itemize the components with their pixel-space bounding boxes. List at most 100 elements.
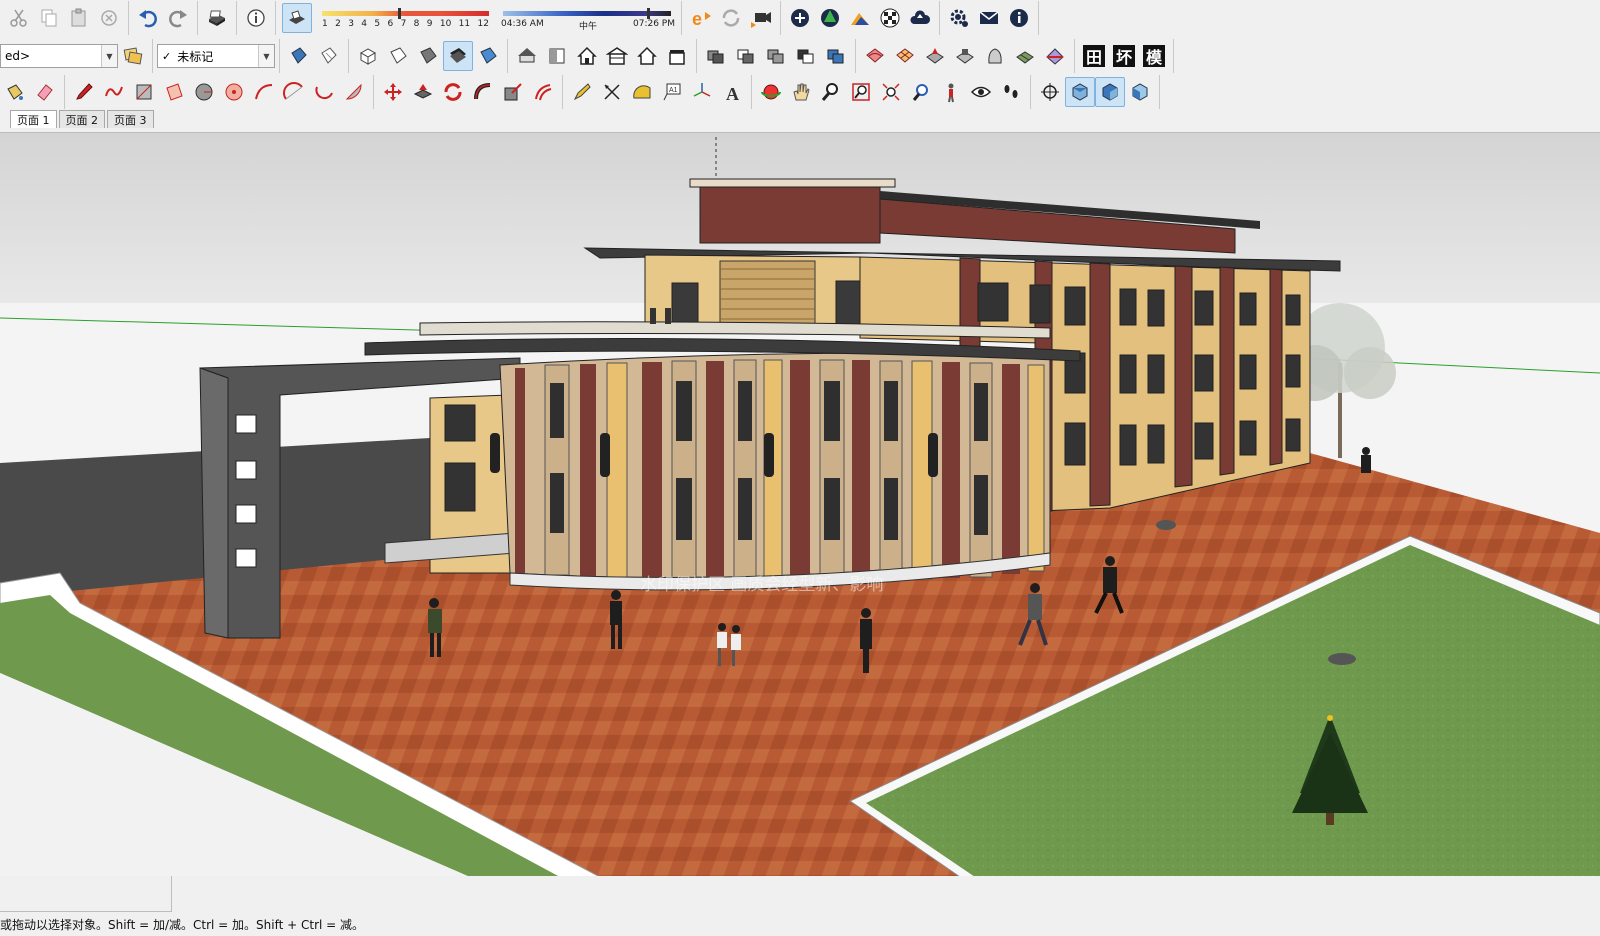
textured-style-button[interactable] (443, 41, 473, 71)
checker-plugin-button[interactable] (875, 3, 905, 33)
tree-plugin-button[interactable] (815, 3, 845, 33)
display-section-planes-button[interactable] (1065, 77, 1095, 107)
toggle-shadows-button[interactable] (282, 3, 312, 33)
date-slider[interactable]: 1 2 3 4 5 6 7 8 9 10 11 12 (318, 3, 493, 33)
rotate-tool-button[interactable] (438, 77, 468, 107)
tab-scene-1[interactable]: 页面 1 (10, 110, 57, 128)
back-view-button[interactable] (632, 41, 662, 71)
previous-view-button[interactable] (906, 77, 936, 107)
look-around-button[interactable] (966, 77, 996, 107)
outer-shell-button[interactable] (701, 41, 731, 71)
dimension-tool-button[interactable] (597, 77, 627, 107)
move-tool-button[interactable] (378, 77, 408, 107)
display-section-cuts-button[interactable] (1095, 77, 1125, 107)
shaded-style-button[interactable] (413, 41, 443, 71)
paste-button[interactable] (64, 3, 94, 33)
paint-bucket-button[interactable] (0, 77, 30, 107)
union-button[interactable] (761, 41, 791, 71)
undo-button[interactable] (133, 3, 163, 33)
iso-view-button[interactable] (512, 41, 542, 71)
sync-button[interactable] (716, 3, 746, 33)
tape-measure-button[interactable] (567, 77, 597, 107)
sandbox-contours-button[interactable] (860, 41, 890, 71)
monochrome-style-button[interactable] (473, 41, 503, 71)
style-button-3[interactable]: 模 (1139, 41, 1169, 71)
refresh-icon (722, 9, 740, 27)
gear-icon (950, 9, 968, 27)
pie-tool-button[interactable] (339, 77, 369, 107)
flip-edge-button[interactable] (1040, 41, 1070, 71)
trim-button[interactable] (821, 41, 851, 71)
rotated-rect-tool-button[interactable] (159, 77, 189, 107)
section-cut-button[interactable] (314, 41, 344, 71)
scale-tool-button[interactable] (498, 77, 528, 107)
pan-tool-button[interactable] (786, 77, 816, 107)
follow-me-button[interactable] (468, 77, 498, 107)
zoom-window-button[interactable] (846, 77, 876, 107)
front-view-button[interactable] (572, 41, 602, 71)
help-info-button[interactable] (1004, 3, 1034, 33)
section-plane-button[interactable] (1035, 77, 1065, 107)
3d-text-button[interactable]: A (717, 77, 747, 107)
left-view-button[interactable] (662, 41, 692, 71)
smoove-button[interactable] (920, 41, 950, 71)
section-fill-button[interactable] (1125, 77, 1155, 107)
text-tool-button[interactable]: A1 (657, 77, 687, 107)
copy-button[interactable] (34, 3, 64, 33)
push-pull-button[interactable] (408, 77, 438, 107)
axes-tool-button[interactable] (687, 77, 717, 107)
stamp-button[interactable] (950, 41, 980, 71)
two-point-arc-button[interactable] (279, 77, 309, 107)
three-point-arc-button[interactable] (309, 77, 339, 107)
terrain-plugin-button[interactable] (845, 3, 875, 33)
video-export-button[interactable] (746, 3, 776, 33)
print-button[interactable] (202, 3, 232, 33)
layer-combo[interactable]: ed> ▼ (0, 44, 118, 68)
subtract-button[interactable] (791, 41, 821, 71)
arc-tool-button[interactable] (249, 77, 279, 107)
extension-warehouse-button[interactable]: e (686, 3, 716, 33)
xray-style-button[interactable] (353, 41, 383, 71)
layer-manager-button[interactable] (118, 41, 148, 71)
right-view-button[interactable] (602, 41, 632, 71)
delete-button[interactable] (94, 3, 124, 33)
pie-icon (345, 83, 362, 100)
sandbox-grid-icon (896, 48, 914, 63)
hidden-geometry-button[interactable] (284, 41, 314, 71)
redo-button[interactable] (163, 3, 193, 33)
style-button-1[interactable]: 田 (1079, 41, 1109, 71)
eraser-button[interactable] (30, 77, 60, 107)
tab-scene-2[interactable]: 页面 2 (58, 110, 105, 128)
zoom-extents-button[interactable] (876, 77, 906, 107)
cut-button[interactable] (4, 3, 34, 33)
blue-face-icon (291, 47, 307, 64)
model-info-button[interactable] (241, 3, 271, 33)
intersect-button[interactable] (731, 41, 761, 71)
add-detail-button[interactable] (1010, 41, 1040, 71)
tab-scene-3[interactable]: 页面 3 (107, 110, 154, 128)
offset-tool-button[interactable] (528, 77, 558, 107)
preferences-button[interactable] (944, 3, 974, 33)
orbit-tool-button[interactable] (756, 77, 786, 107)
walk-tool-button[interactable] (996, 77, 1026, 107)
time-slider[interactable]: 04:36 AM 中午 07:26 PM (499, 3, 675, 33)
protractor-button[interactable] (627, 77, 657, 107)
cloud-upload-button[interactable] (905, 3, 935, 33)
drape-button[interactable] (980, 41, 1010, 71)
zoom-tool-button[interactable] (816, 77, 846, 107)
top-view-button[interactable] (542, 41, 572, 71)
freehand-tool-button[interactable] (99, 77, 129, 107)
tag-combo[interactable]: ✓ 未标记 ▼ (157, 44, 275, 68)
add-plugin-button[interactable] (785, 3, 815, 33)
line-tool-button[interactable] (69, 77, 99, 107)
rectangle-tool-button[interactable] (129, 77, 159, 107)
wireframe-style-button[interactable] (383, 41, 413, 71)
position-camera-button[interactable] (936, 77, 966, 107)
model-viewport[interactable]: 水印保护区 画质会经型新、影响 (0, 132, 1600, 876)
style-button-2[interactable]: 坏 (1109, 41, 1139, 71)
polygon-tool-button[interactable] (219, 77, 249, 107)
email-button[interactable] (974, 3, 1004, 33)
sandbox-scratch-button[interactable] (890, 41, 920, 71)
circle-tool-button[interactable] (189, 77, 219, 107)
section-toolbar (1031, 75, 1160, 109)
